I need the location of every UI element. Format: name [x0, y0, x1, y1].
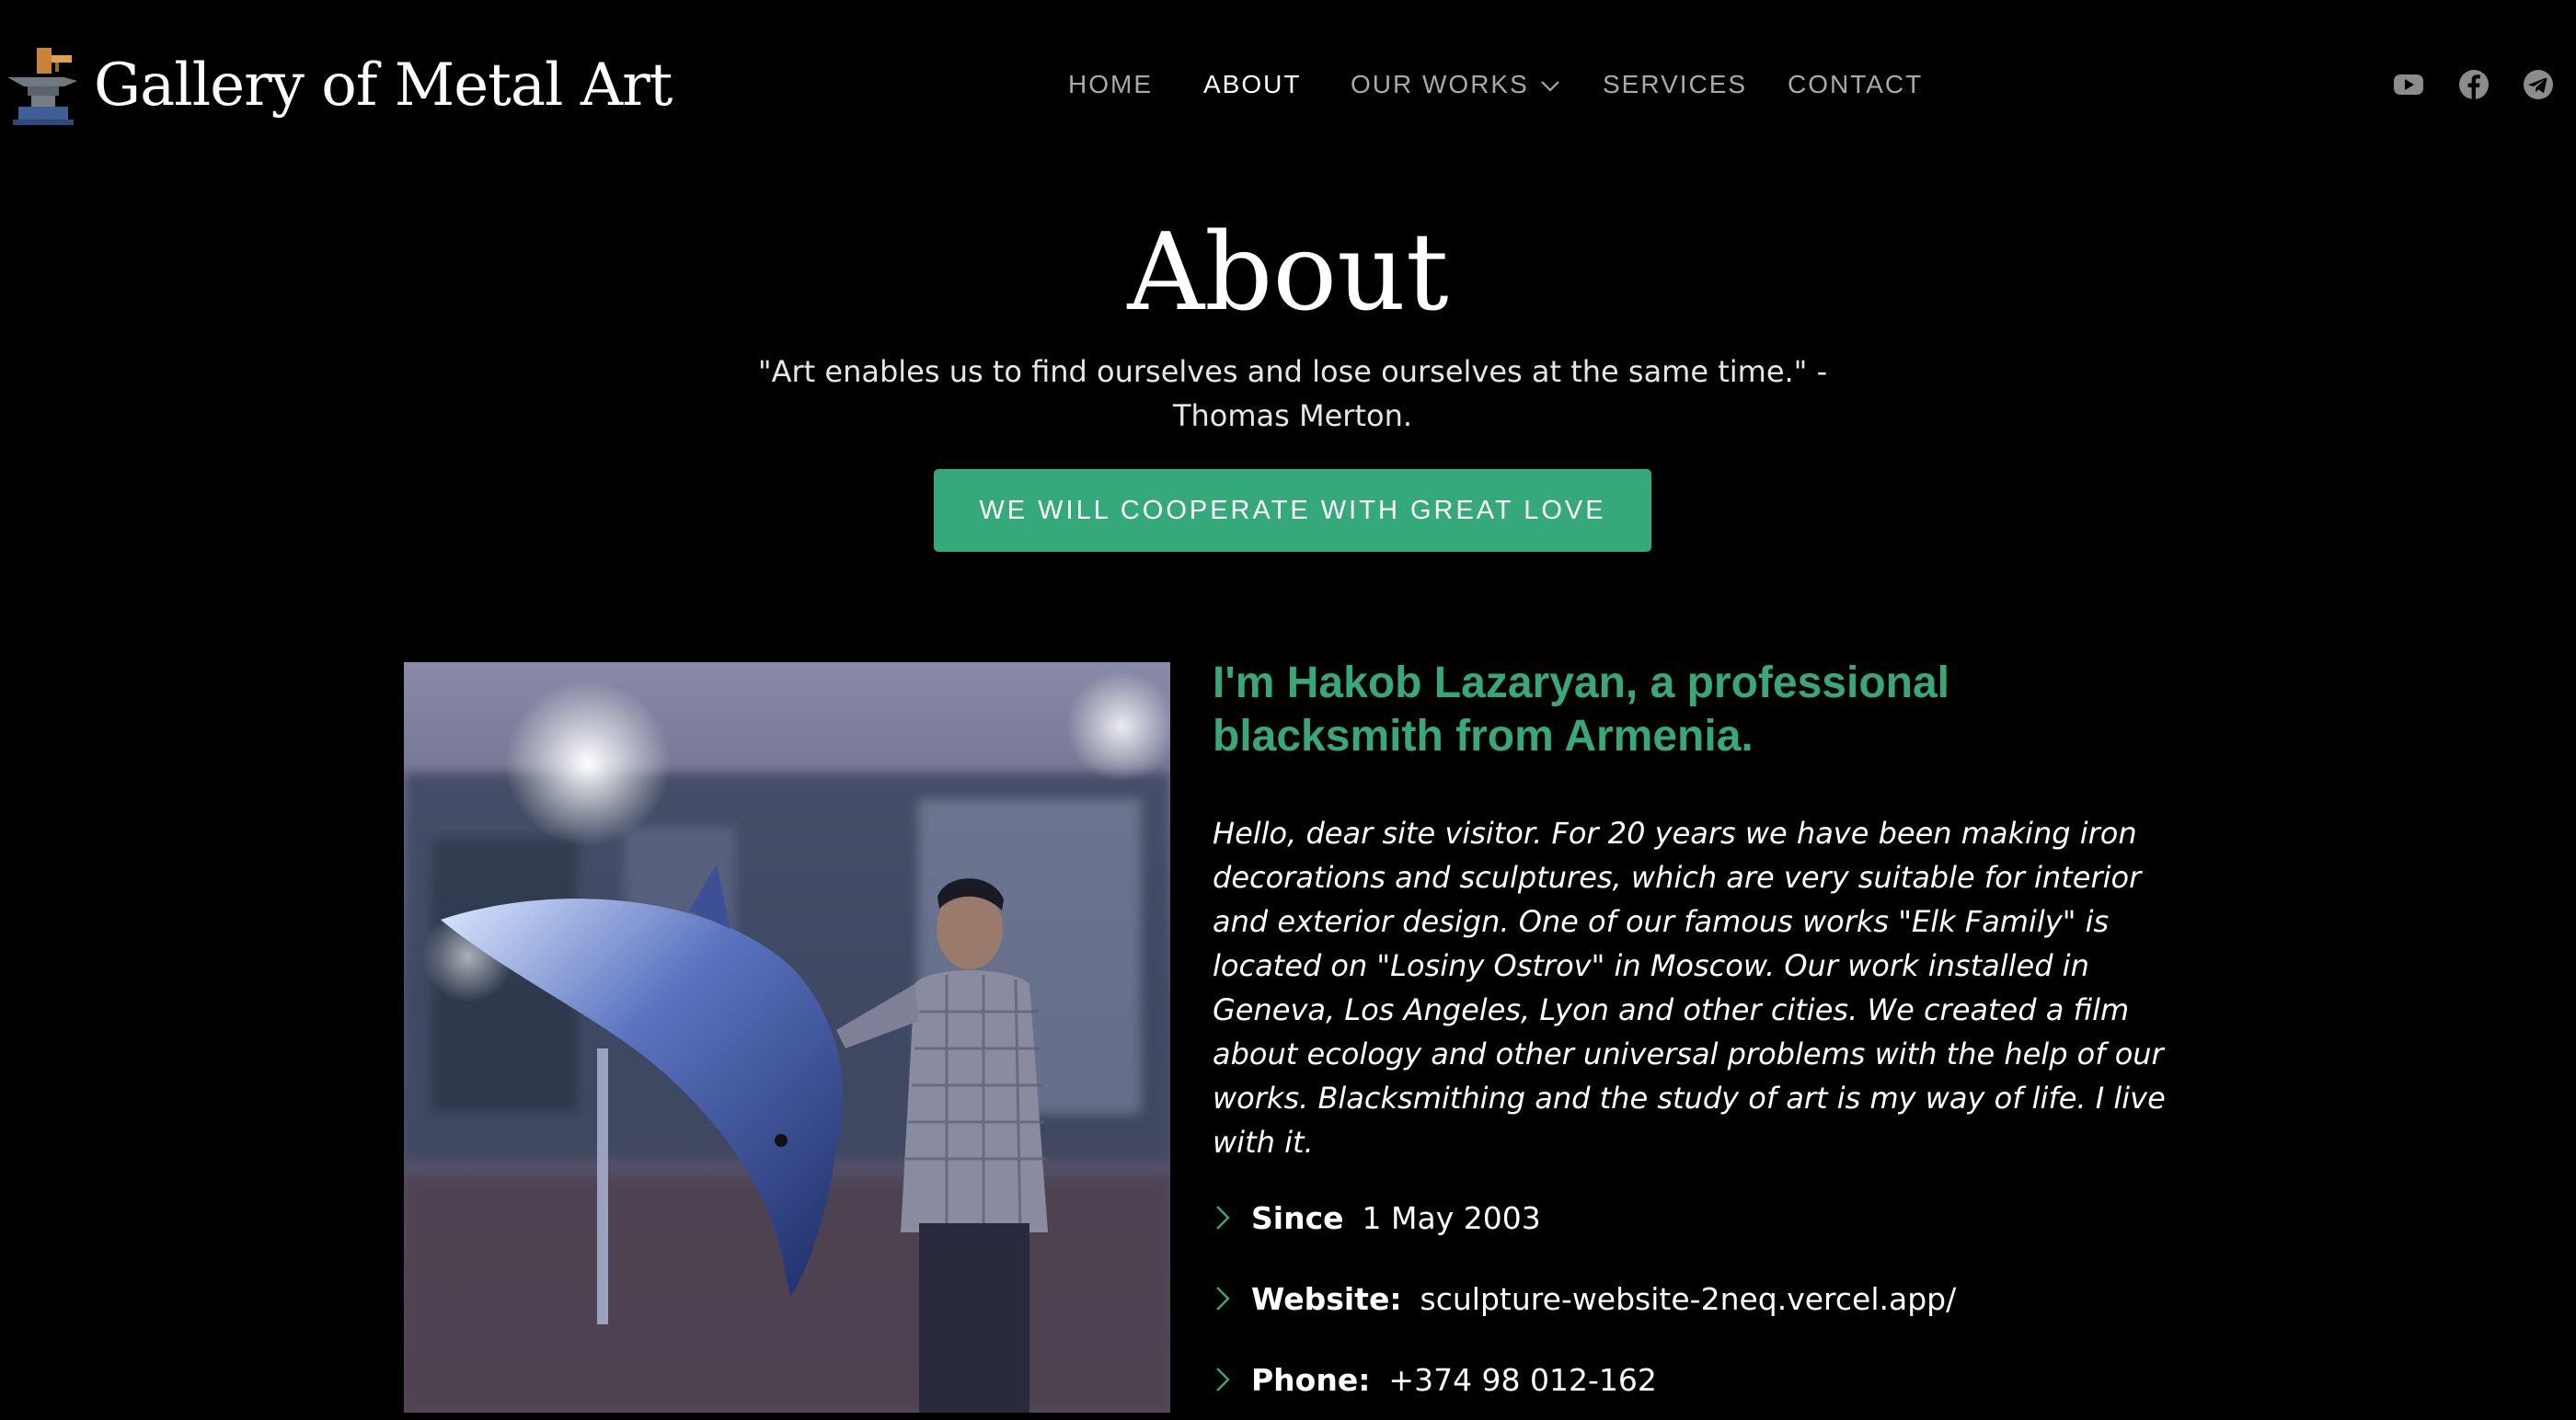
about-heading: I'm Hakob Lazaryan, a professional black…	[1213, 658, 1949, 761]
telegram-icon[interactable]	[2522, 68, 2555, 101]
nav-services[interactable]: SERVICES	[1603, 64, 1747, 105]
hero-quote: "Art enables us to find ourselves and lo…	[757, 354, 1828, 433]
website-link[interactable]: sculpture-website-2neq.vercel.app/	[1420, 1281, 1957, 1317]
chevron-right-icon	[1216, 1368, 1230, 1391]
facts-list: Since 1 May 2003 Website: sculpture-webs…	[1213, 1177, 2317, 1420]
nav-home[interactable]: HOME	[1068, 64, 1153, 105]
phone-number[interactable]: +374 98 012-162	[1388, 1362, 1657, 1398]
chevron-right-icon	[1216, 1287, 1230, 1311]
fact-phone: Phone: +374 98 012-162	[1213, 1339, 2317, 1420]
facebook-icon[interactable]	[2457, 68, 2490, 101]
cooperate-cta-button[interactable]: WE WILL COOPERATE WITH GREAT LOVE	[934, 469, 1651, 552]
fact-label: Phone:	[1251, 1361, 1371, 1398]
youtube-icon[interactable]	[2392, 68, 2425, 101]
fact-value: 1 May 2003	[1362, 1199, 1541, 1236]
fact-since: Since 1 May 2003	[1213, 1177, 2317, 1258]
about-body: Hello, dear site visitor. For 20 years w…	[1213, 816, 2166, 1160]
page-title: About	[1127, 211, 1449, 335]
site-header: Gallery of Metal Art HOME ABOUT OUR WORK…	[0, 0, 2576, 169]
fact-label: Website:	[1251, 1280, 1402, 1317]
nav-about[interactable]: ABOUT	[1203, 64, 1301, 105]
chevron-right-icon	[1216, 1206, 1230, 1230]
nav-our-works[interactable]: OUR WORKS	[1351, 64, 1560, 105]
fact-label: Since	[1251, 1199, 1344, 1236]
chevron-down-icon	[1541, 80, 1559, 92]
blacksmith-photo	[404, 662, 1170, 1413]
fact-website: Website: sculpture-website-2neq.vercel.a…	[1213, 1258, 2317, 1339]
main-nav: HOME ABOUT OUR WORKS SERVICES CONTACT	[0, 64, 2576, 105]
nav-contact[interactable]: CONTACT	[1788, 64, 1923, 105]
nav-our-works-label: OUR WORKS	[1351, 70, 1529, 98]
